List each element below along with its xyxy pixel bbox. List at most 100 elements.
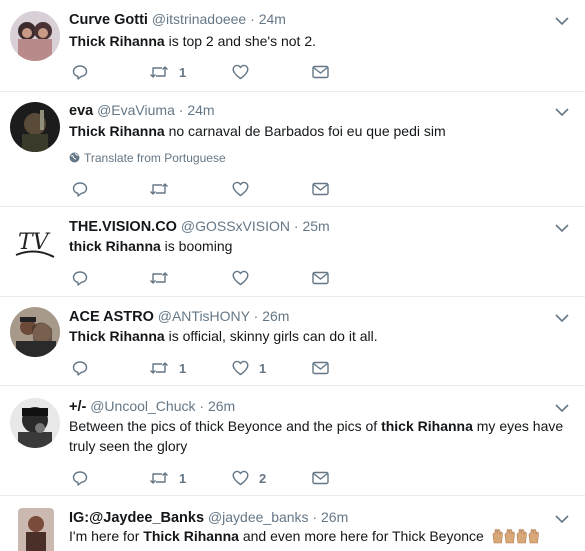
retweet-button[interactable] bbox=[149, 268, 179, 288]
timestamp[interactable]: 24m bbox=[187, 102, 214, 118]
text-prefix: I'm here for bbox=[69, 528, 144, 544]
avatar[interactable] bbox=[18, 508, 54, 551]
tweet-text: Between the pics of thick Beyonce and th… bbox=[69, 416, 564, 456]
heart-icon bbox=[232, 270, 249, 286]
retweet-count: 1 bbox=[179, 360, 187, 376]
tweet-text: Thick Rihanna is official, skinny girls … bbox=[69, 326, 569, 346]
chevron-down-icon[interactable] bbox=[555, 403, 569, 413]
tweet-actions: 1 bbox=[72, 62, 372, 82]
retweet-icon bbox=[150, 66, 168, 78]
heart-icon bbox=[232, 181, 249, 197]
display-name[interactable]: IG:@Jaydee_Banks bbox=[69, 510, 204, 526]
display-name[interactable]: ACE ASTRO bbox=[69, 309, 154, 325]
reply-button[interactable] bbox=[72, 268, 88, 288]
tweet[interactable]: +/- @Uncool_Chuck · 26m Between the pics… bbox=[0, 386, 585, 496]
like-count: 2 bbox=[259, 470, 267, 486]
direct-message-button[interactable] bbox=[312, 179, 329, 199]
avatar[interactable] bbox=[10, 102, 60, 152]
envelope-icon bbox=[312, 471, 329, 485]
reply-button[interactable] bbox=[72, 179, 88, 199]
text-body: no carnaval de Barbados foi eu que pedi … bbox=[164, 123, 446, 139]
chevron-down-icon[interactable] bbox=[555, 16, 569, 26]
reply-button[interactable] bbox=[72, 62, 88, 82]
direct-message-button[interactable] bbox=[312, 358, 329, 378]
timestamp[interactable]: 26m bbox=[321, 509, 348, 525]
reply-button[interactable] bbox=[72, 468, 88, 488]
timestamp[interactable]: 24m bbox=[259, 11, 286, 27]
text-body: is official, skinny girls can do it all. bbox=[164, 328, 378, 344]
separator: · bbox=[253, 308, 259, 324]
separator: · bbox=[178, 102, 184, 118]
separator: · bbox=[199, 398, 205, 414]
user-handle[interactable]: @EvaViuma bbox=[97, 102, 175, 118]
like-button[interactable]: 2 bbox=[232, 468, 266, 488]
like-button[interactable] bbox=[232, 179, 259, 199]
direct-message-button[interactable] bbox=[312, 62, 329, 82]
retweet-button[interactable]: 1 bbox=[149, 358, 186, 378]
user-handle[interactable]: @ANTisHONY bbox=[158, 308, 250, 324]
retweet-icon bbox=[150, 183, 168, 195]
tweet[interactable]: Curve Gotti @itstrinadoeee · 24m Thick R… bbox=[0, 0, 585, 92]
display-name[interactable]: Curve Gotti bbox=[69, 12, 148, 28]
avatar[interactable] bbox=[10, 11, 60, 61]
envelope-icon bbox=[312, 271, 329, 285]
user-handle[interactable]: @GOSSxVISION bbox=[181, 218, 290, 234]
separator: · bbox=[250, 11, 255, 27]
translate-link[interactable]: Translate from Portuguese bbox=[69, 150, 226, 166]
highlight-text: Thick Rihanna bbox=[69, 328, 165, 344]
timestamp[interactable]: 26m bbox=[208, 398, 235, 414]
tweet-text: Thick Rihanna is top 2 and she's not 2. bbox=[69, 31, 569, 51]
reply-icon bbox=[72, 65, 88, 80]
user-handle[interactable]: @itstrinadoeee bbox=[152, 11, 246, 27]
display-name[interactable]: eva bbox=[69, 103, 93, 119]
avatar[interactable]: TV bbox=[10, 219, 60, 269]
retweet-count: 1 bbox=[179, 470, 187, 486]
retweet-button[interactable] bbox=[149, 179, 179, 199]
timestamp[interactable]: 26m bbox=[262, 308, 289, 324]
like-button[interactable] bbox=[232, 62, 259, 82]
tweet-actions bbox=[72, 268, 372, 288]
retweet-icon bbox=[150, 472, 168, 484]
avatar[interactable] bbox=[10, 307, 60, 357]
tweet-feed: Curve Gotti @itstrinadoeee · 24m Thick R… bbox=[0, 0, 585, 551]
like-button[interactable]: 1 bbox=[232, 358, 266, 378]
envelope-icon bbox=[312, 182, 329, 196]
highlight-text: Thick Rihanna bbox=[69, 123, 165, 139]
retweet-icon bbox=[150, 362, 168, 374]
reply-icon bbox=[72, 182, 88, 197]
user-handle[interactable]: @jaydee_banks bbox=[208, 509, 309, 525]
heart-icon bbox=[232, 64, 249, 80]
tweet[interactable]: TV THE.VISION.CO @GOSSxVISION · 25m thic… bbox=[0, 207, 585, 297]
chevron-down-icon[interactable] bbox=[555, 223, 569, 233]
retweet-button[interactable]: 1 bbox=[149, 468, 186, 488]
direct-message-button[interactable] bbox=[312, 468, 329, 488]
text-body: is booming bbox=[160, 238, 233, 254]
tweet-actions: 1 1 bbox=[72, 358, 372, 378]
separator: · bbox=[312, 509, 318, 525]
retweet-button[interactable]: 1 bbox=[149, 62, 186, 82]
highlight-text: Thick Rihanna bbox=[143, 528, 239, 544]
chevron-down-icon[interactable] bbox=[555, 313, 569, 323]
user-handle[interactable]: @Uncool_Chuck bbox=[90, 398, 195, 414]
chevron-down-icon[interactable] bbox=[555, 107, 569, 117]
tweet[interactable]: IG:@Jaydee_Banks @jaydee_banks · 26m I'm… bbox=[0, 496, 585, 551]
chevron-down-icon[interactable] bbox=[555, 514, 569, 524]
avatar[interactable] bbox=[10, 398, 60, 448]
text-body: and even more here for Thick Beyonce bbox=[238, 528, 484, 544]
like-button[interactable] bbox=[232, 268, 259, 288]
highlight-text: thick Rihanna bbox=[381, 418, 473, 434]
translate-label[interactable]: Translate from Portuguese bbox=[84, 151, 226, 165]
highlight-text: thick Rihanna bbox=[69, 238, 161, 254]
tweet-actions: 1 2 bbox=[72, 468, 372, 488]
display-name[interactable]: +/- bbox=[69, 399, 86, 415]
reply-button[interactable] bbox=[72, 358, 88, 378]
display-name[interactable]: THE.VISION.CO bbox=[69, 219, 177, 235]
tweet[interactable]: eva @EvaViuma · 24m Thick Rihanna no car… bbox=[0, 92, 585, 207]
separator: · bbox=[293, 218, 299, 234]
timestamp[interactable]: 25m bbox=[302, 218, 329, 234]
tweet[interactable]: ACE ASTRO @ANTisHONY · 26m Thick Rihanna… bbox=[0, 297, 585, 386]
text-body: is top 2 and she's not 2. bbox=[164, 33, 317, 49]
reply-icon bbox=[72, 271, 88, 286]
like-count: 1 bbox=[259, 360, 267, 376]
direct-message-button[interactable] bbox=[312, 268, 329, 288]
